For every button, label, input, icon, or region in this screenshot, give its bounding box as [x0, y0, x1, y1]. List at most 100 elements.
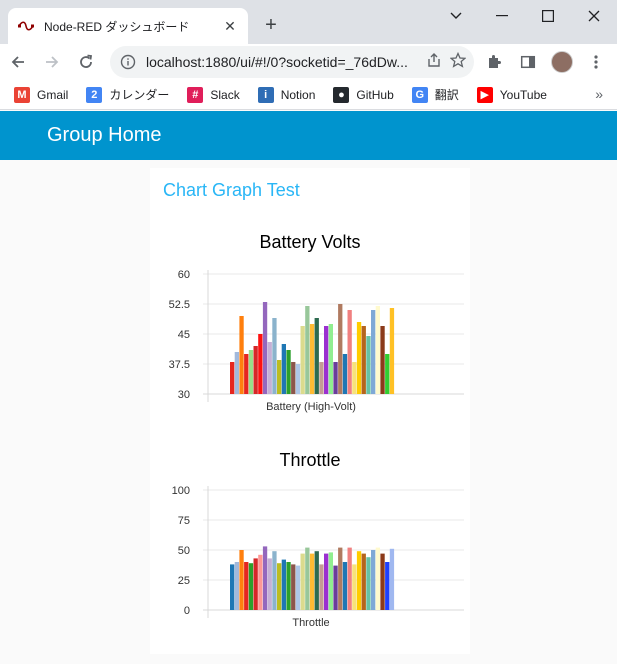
bar [291, 362, 296, 394]
github-icon: ● [333, 86, 350, 103]
bookmark-gmail[interactable]: M Gmail [14, 86, 68, 103]
bookmark-notion[interactable]: i Notion [257, 86, 316, 103]
bar [324, 553, 329, 610]
bar [352, 362, 357, 394]
bar [277, 563, 282, 610]
y-tick-label: 25 [178, 575, 190, 587]
browser-tab-node-red[interactable]: Node-RED ダッシュボード ✕ [8, 8, 248, 44]
bar [281, 344, 286, 394]
y-tick-label: 30 [178, 389, 190, 401]
minimize-icon[interactable] [479, 0, 525, 32]
bar [230, 362, 235, 394]
bar [272, 318, 277, 394]
bar [333, 565, 338, 610]
share-icon[interactable] [426, 52, 442, 73]
x-category-label: Battery (High-Volt) [266, 401, 356, 413]
avatar [551, 51, 573, 73]
y-tick-label: 75 [178, 515, 190, 527]
bar [375, 306, 380, 394]
profile-avatar[interactable] [547, 46, 577, 78]
calendar-icon: 2 [86, 86, 103, 103]
star-icon[interactable] [449, 51, 467, 73]
bookmarks-more-icon[interactable]: » [595, 86, 603, 102]
bar [239, 316, 244, 394]
bar [272, 551, 277, 610]
bar [248, 563, 254, 610]
bookmark-label: GitHub [356, 87, 394, 102]
bookmark-label: 翻訳 [434, 88, 459, 102]
bar [258, 554, 263, 610]
bookmark-label: Slack [210, 87, 240, 102]
y-tick-label: 45 [178, 329, 190, 341]
bar [239, 550, 244, 610]
bar [244, 562, 249, 610]
bar [338, 547, 343, 610]
bookmark-label: Notion [280, 87, 316, 102]
bar [356, 322, 362, 394]
bookmark-カレンダー[interactable]: 2 カレンダー [86, 86, 169, 103]
browser-toolbar: localhost:1880/ui/#!/0?socketid=_76dDw..… [0, 44, 617, 80]
bar [309, 553, 315, 610]
bookmarks-bar: M Gmail 2 カレンダー # Slack i Notion ● GitHub G 翻訳 ▶ YouT… [0, 80, 617, 110]
bar [342, 562, 348, 610]
tab-close-icon[interactable]: ✕ [222, 18, 238, 34]
new-tab-button[interactable]: + [258, 12, 284, 38]
bar [352, 564, 357, 610]
forward-icon[interactable] [36, 46, 68, 78]
bar [248, 350, 254, 394]
bookmark-翻訳[interactable]: G 翻訳 [411, 86, 459, 103]
bar [361, 326, 366, 394]
side-panel-icon[interactable] [513, 46, 543, 78]
bar [286, 350, 291, 394]
address-bar[interactable]: localhost:1880/ui/#!/0?socketid=_76dDw..… [110, 46, 474, 78]
tab-title: Node-RED ダッシュボード [44, 19, 190, 34]
maximize-icon[interactable] [525, 0, 571, 32]
slack-icon: # [187, 86, 204, 103]
bar [366, 336, 371, 394]
bar [380, 553, 385, 610]
chevron-down-icon[interactable] [433, 0, 479, 32]
y-tick-label: 37.5 [169, 359, 190, 371]
bookmark-github[interactable]: ● GitHub [333, 86, 394, 103]
x-category-label: Throttle [292, 617, 329, 629]
bar [262, 546, 268, 610]
bar [234, 352, 239, 394]
bookmark-youtube[interactable]: ▶ YouTube [476, 86, 547, 103]
extensions-icon[interactable] [479, 46, 509, 78]
bar [305, 306, 310, 394]
bookmark-slack[interactable]: # Slack [187, 86, 240, 103]
bar [324, 326, 329, 394]
bar [253, 346, 258, 394]
bar [281, 559, 286, 610]
bar [295, 364, 301, 394]
node-red-icon [18, 18, 34, 34]
back-icon[interactable] [2, 46, 34, 78]
bar [295, 565, 301, 610]
bar [361, 553, 366, 610]
y-tick-label: 0 [184, 605, 190, 617]
bar [300, 326, 305, 394]
bar [328, 324, 333, 394]
info-icon[interactable] [120, 54, 136, 70]
bar [234, 562, 239, 610]
bar [267, 558, 272, 610]
y-tick-label: 60 [178, 269, 190, 281]
reload-icon[interactable] [70, 46, 102, 78]
group-card: Chart Graph Test Battery Volts 60 52.5 45 3… [150, 168, 470, 654]
bookmark-label: YouTube [499, 87, 547, 102]
bar [371, 550, 376, 610]
throttle-plot: 100 75 50 25 0 Throttle [172, 485, 464, 629]
bar [371, 310, 376, 394]
bar [286, 562, 291, 610]
page-title: Group Home [47, 124, 162, 146]
group-title: Chart Graph Test [163, 180, 300, 200]
more-vert-icon[interactable] [581, 46, 611, 78]
dashboard-body: Chart Graph Test Battery Volts 60 52.5 45 3… [0, 160, 617, 664]
url-text[interactable]: localhost:1880/ui/#!/0?socketid=_76dDw..… [146, 54, 426, 70]
tab-strip: Node-RED ダッシュボード ✕ + [0, 0, 617, 44]
gmail-icon: M [14, 86, 30, 103]
y-tick-label: 100 [172, 485, 190, 497]
bar [389, 548, 395, 610]
bar [319, 362, 324, 394]
close-window-icon[interactable] [571, 0, 617, 32]
